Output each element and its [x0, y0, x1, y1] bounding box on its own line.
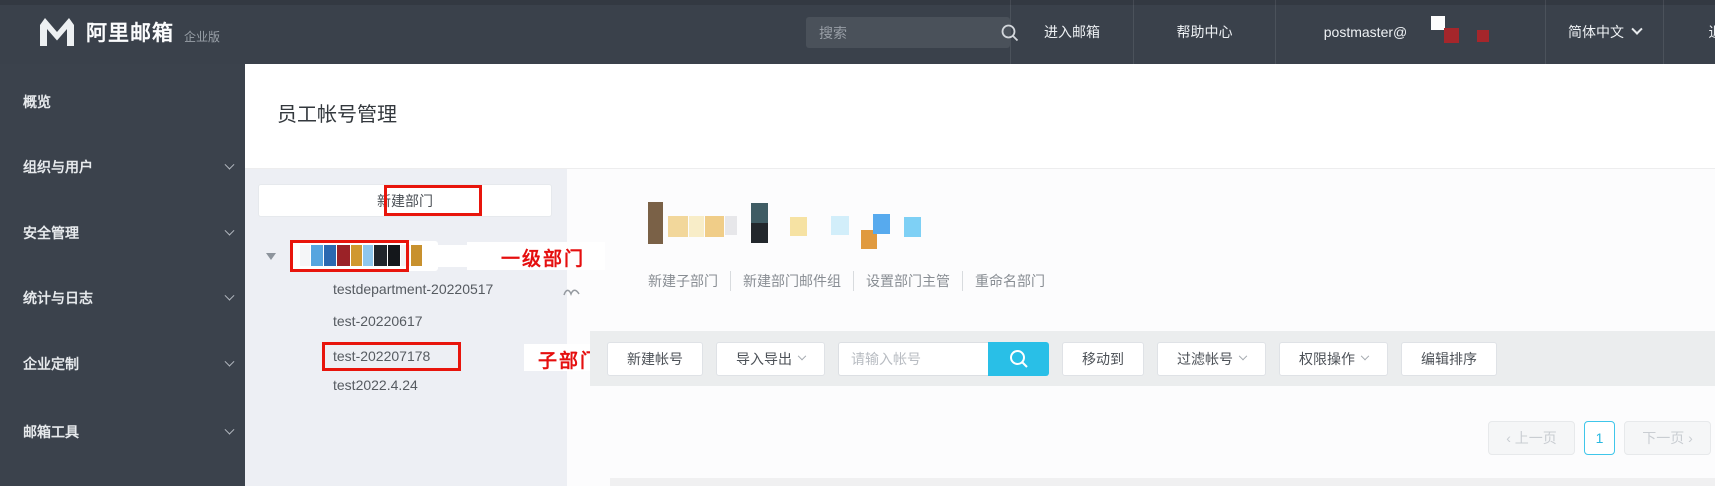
search-icon: [1008, 348, 1030, 370]
brand-edition: 企业版: [184, 30, 221, 44]
brand-logo: 阿里邮箱 企业版: [38, 0, 220, 64]
chevron-down-icon: [797, 351, 807, 360]
account-search-group: [838, 341, 1049, 376]
page-title: 员工帐号管理: [277, 104, 397, 126]
move-to-button[interactable]: 移动到: [1062, 341, 1144, 376]
nav-logout[interactable]: 退出: [1663, 0, 1715, 64]
prev-page-button[interactable]: ‹ 上一页: [1488, 421, 1575, 455]
action-rename-department[interactable]: 重命名部门: [962, 271, 1045, 291]
sidebar-item-org-users[interactable]: 组织与用户: [23, 156, 235, 178]
tree-item-department[interactable]: test-202207178: [333, 348, 430, 364]
new-account-button[interactable]: 新建帐号: [607, 341, 703, 376]
pagination: ‹ 上一页 1 下一页 ›: [1488, 421, 1711, 455]
sidebar-item-mail-tools[interactable]: 邮箱工具: [23, 421, 235, 443]
chevron-down-icon: [1238, 351, 1248, 360]
annotation-level1-department: 一级部门: [501, 249, 586, 270]
redacted-account-logo: [1421, 15, 1497, 49]
chevron-down-icon: [224, 290, 235, 301]
account-search-input[interactable]: [838, 341, 988, 376]
chevron-down-icon: [224, 225, 235, 236]
redacted-company-name-mosaic: [300, 245, 422, 266]
sidebar-item-stats-logs[interactable]: 统计与日志: [23, 287, 235, 309]
action-new-sub-department[interactable]: 新建子部门: [648, 271, 718, 291]
header-search-box[interactable]: [806, 17, 1019, 48]
sidebar-item-overview[interactable]: 概览: [23, 91, 233, 113]
import-export-dropdown[interactable]: 导入导出: [716, 341, 825, 376]
account-search-button[interactable]: [988, 341, 1049, 376]
tree-item-department[interactable]: testdepartment-20220517: [333, 281, 493, 297]
chevron-down-icon: [1360, 351, 1370, 360]
tree-expander-icon[interactable]: [266, 253, 276, 260]
edit-sort-button[interactable]: 编辑排序: [1401, 341, 1497, 376]
topbar: 阿里邮箱 企业版 进入邮箱 帮助中心 postmaster@ 简体中文 退出: [0, 0, 1715, 64]
topnav: 进入邮箱 帮助中心 postmaster@ 简体中文 退出: [1010, 0, 1715, 64]
account-toolbar: 新建帐号 导入导出 移动到 过滤帐号 权限操作 编辑排序 删除: [590, 331, 1715, 386]
nav-help-center[interactable]: 帮助中心: [1133, 0, 1275, 64]
new-department-button[interactable]: 新建部门: [258, 184, 552, 217]
tree-item-department[interactable]: test2022.4.24: [333, 377, 418, 393]
title-band: 员工帐号管理: [245, 64, 1715, 169]
current-page-button[interactable]: 1: [1584, 421, 1615, 455]
chevron-down-icon: [224, 159, 235, 170]
tree-item-department[interactable]: test-20220617: [333, 313, 423, 329]
sidebar: 概览 组织与用户 安全管理 统计与日志 企业定制 邮箱工具: [0, 64, 245, 486]
chevron-down-icon: [224, 356, 235, 367]
content-area: 新建部门 testdepartment-20220517 test-202206…: [245, 169, 1715, 486]
chevron-down-icon: [224, 424, 235, 435]
action-set-department-manager[interactable]: 设置部门主管: [853, 271, 950, 291]
next-page-button[interactable]: 下一页 ›: [1624, 421, 1711, 455]
alimail-admin-window: 阿里邮箱 企业版 进入邮箱 帮助中心 postmaster@ 简体中文 退出 概…: [0, 0, 1715, 486]
filter-account-dropdown[interactable]: 过滤帐号: [1157, 341, 1266, 376]
table-header-strip: [610, 478, 1715, 486]
alimail-m-logo-icon: [38, 18, 76, 46]
department-actions: 新建子部门 新建部门邮件组 设置部门主管 重命名部门: [648, 271, 1045, 291]
redacted-department-title-mosaic: [648, 202, 921, 249]
tree-item-hover-icon: [563, 285, 581, 303]
chevron-down-icon: [1631, 23, 1643, 35]
nav-language-select[interactable]: 简体中文: [1545, 0, 1663, 64]
department-tree-panel: 新建部门 testdepartment-20220517 test-202206…: [245, 169, 580, 486]
nav-account[interactable]: postmaster@: [1275, 0, 1545, 64]
brand-name: 阿里邮箱: [86, 22, 174, 45]
header-search-input[interactable]: [806, 24, 1000, 41]
action-new-department-maillist[interactable]: 新建部门邮件组: [730, 271, 841, 291]
nav-enter-mailbox[interactable]: 进入邮箱: [1010, 0, 1133, 64]
sidebar-item-enterprise-custom[interactable]: 企业定制: [23, 353, 235, 375]
sidebar-item-security[interactable]: 安全管理: [23, 222, 235, 244]
account-label: postmaster@: [1323, 24, 1408, 40]
permission-ops-dropdown[interactable]: 权限操作: [1279, 341, 1388, 376]
